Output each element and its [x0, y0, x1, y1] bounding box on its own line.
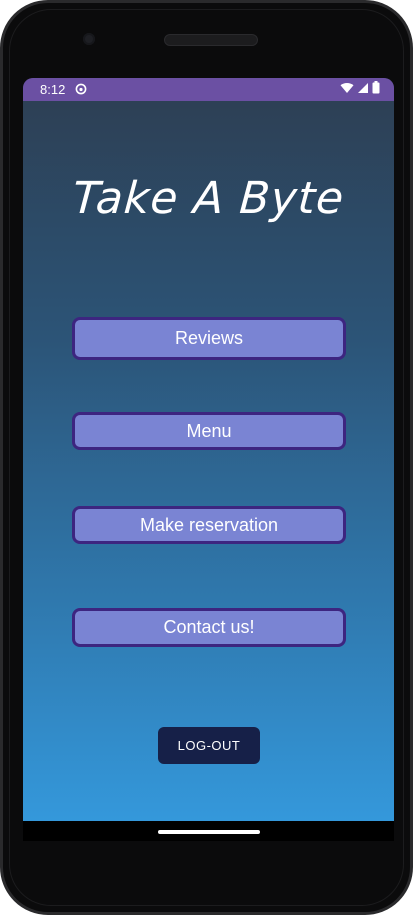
status-bar: 8:12 [23, 78, 394, 101]
status-icons [340, 81, 380, 97]
logout-button[interactable]: LOG-OUT [158, 727, 260, 764]
battery-icon [372, 81, 380, 97]
earpiece-speaker [164, 34, 258, 46]
app-screen: 8:12 Take A Byte Reviews Menu Make reser… [23, 78, 394, 821]
menu-button[interactable]: Menu [72, 412, 346, 450]
reviews-button[interactable]: Reviews [72, 317, 346, 360]
make-reservation-button[interactable]: Make reservation [72, 506, 346, 544]
contact-us-button[interactable]: Contact us! [72, 608, 346, 647]
app-title: Take A Byte [71, 173, 346, 224]
phone-frame: 8:12 Take A Byte Reviews Menu Make reser… [0, 0, 413, 915]
cell-signal-icon [357, 82, 369, 97]
circle-face-icon [75, 83, 87, 95]
wifi-icon [340, 82, 354, 97]
home-gesture-bar[interactable] [158, 830, 260, 834]
front-camera [83, 33, 95, 45]
status-time: 8:12 [40, 82, 66, 97]
